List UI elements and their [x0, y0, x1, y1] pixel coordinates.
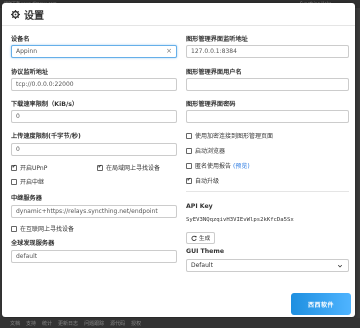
gui-address-value: 127.0.0.1:8384 [191, 48, 237, 55]
auto-upgrade-label: 自动升级 [195, 178, 220, 185]
global-discovery-check-box[interactable] [11, 225, 17, 232]
divider [186, 191, 349, 192]
gui-theme-label: GUI Theme [186, 248, 225, 255]
download-limit-label: 下载速率限制（KiB/s） [11, 101, 79, 108]
chevron-down-icon [337, 264, 343, 268]
relay-enable-label: 开启中继 [20, 179, 45, 186]
usage-report-label: 匿名使用报告 [195, 163, 232, 170]
start-browser-checkbox[interactable]: 启动浏览器 [186, 146, 225, 155]
relay-servers-label: 中继服务器 [11, 195, 42, 202]
download-limit-value: 0 [16, 113, 20, 120]
device-name-input[interactable]: Appinn × [11, 45, 177, 58]
footer-link[interactable]: 文档 [10, 320, 20, 327]
global-discovery-servers-input[interactable]: default [11, 250, 177, 263]
generate-label: 生成 [199, 236, 211, 242]
upnp-check-box[interactable]: ✔ [11, 164, 17, 171]
local-discovery-label: 在局域网上寻找设备 [106, 165, 161, 172]
background-footer: 文档 支持 统计 更新日志 问题跟踪 源代码 授权 [0, 318, 360, 328]
global-discovery-enable-label: 在互联网上寻找设备 [20, 226, 75, 233]
global-discovery-checkbox[interactable]: 在互联网上寻找设备 [11, 224, 74, 233]
gui-theme-select[interactable]: Default [186, 259, 349, 272]
footer-link[interactable]: 支持 [26, 320, 36, 327]
global-discovery-servers-label: 全球发现服务器 [11, 240, 55, 247]
dialog-title: 设置 [24, 10, 44, 22]
global-discovery-servers-value: default [16, 253, 38, 260]
gui-address-label: 图形管理界面监听地址 [186, 36, 248, 43]
api-key-value: SyEV3NQqzqivH3VIEvWlps2kKfcDa5Sx [186, 217, 294, 223]
footer-link[interactable]: 源代码 [110, 320, 125, 327]
refresh-icon [191, 235, 197, 241]
gui-password-label: 图形管理界面密码 [186, 101, 236, 108]
listen-address-label: 协议监听地址 [11, 69, 49, 76]
gui-password-input[interactable] [186, 110, 349, 123]
listen-address-value: tcp://0.0.0.0:22000 [16, 81, 74, 88]
download-limit-input[interactable]: 0 [11, 110, 177, 123]
gui-theme-value: Default [191, 262, 213, 269]
start-browser-label: 启动浏览器 [195, 148, 226, 155]
auto-upgrade-check-box[interactable]: ✔ [186, 177, 192, 184]
gui-address-input[interactable]: 127.0.0.1:8384 [186, 45, 349, 58]
gui-user-label: 图形管理界面用户名 [186, 69, 242, 76]
start-browser-check-box[interactable] [186, 147, 192, 154]
relay-enable-check-box[interactable] [11, 178, 17, 185]
https-checkbox[interactable]: 使用加密连接到图形管理页面 [186, 131, 273, 140]
footer-link[interactable]: 问题跟踪 [84, 320, 104, 327]
upload-limit-value: 0 [16, 146, 20, 153]
gear-icon [11, 9, 20, 19]
local-discovery-checkbox[interactable]: ✔ 在局域网上寻找设备 [97, 163, 160, 172]
device-name-label: 设备名 [11, 36, 30, 43]
clear-icon[interactable]: × [166, 47, 172, 55]
upnp-checkbox[interactable]: ✔ 开启UPnP [11, 163, 47, 172]
device-name-value: Appinn [16, 48, 37, 55]
https-check-box[interactable] [186, 132, 192, 139]
relay-enable-checkbox[interactable]: 开启中继 [11, 177, 44, 186]
footer-link[interactable]: 更新日志 [58, 320, 78, 327]
relay-servers-value: dynamic+https://relays.syncthing.net/end… [16, 208, 158, 215]
upload-limit-label: 上传速度限制(千字节/秒) [11, 133, 81, 140]
settings-dialog: 设置 设备名 Appinn × 协议监听地址 tcp://0.0.0.0:220… [2, 3, 355, 317]
footer-link[interactable]: 统计 [42, 320, 52, 327]
auto-upgrade-checkbox[interactable]: ✔ 自动升级 [186, 176, 219, 185]
usage-report-check-box[interactable] [186, 162, 192, 169]
dialog-header: 设置 [2, 3, 355, 26]
upload-limit-input[interactable]: 0 [11, 143, 177, 156]
local-discovery-check-box[interactable]: ✔ [97, 164, 103, 171]
generate-button[interactable]: 生成 [186, 232, 216, 244]
relay-servers-input[interactable]: dynamic+https://relays.syncthing.net/end… [11, 205, 177, 218]
watermark-logo: 西西软件 [291, 293, 351, 315]
upnp-label: 开启UPnP [20, 165, 48, 172]
gui-user-input[interactable] [186, 78, 349, 91]
usage-report-preview-link[interactable]: (预览) [233, 161, 250, 170]
https-label: 使用加密连接到图形管理页面 [195, 133, 274, 140]
footer-link[interactable]: 授权 [131, 320, 141, 327]
usage-report-checkbox[interactable]: 匿名使用报告 (预览) [186, 161, 250, 170]
listen-address-input[interactable]: tcp://0.0.0.0:22000 [11, 78, 177, 91]
api-key-label: API Key [186, 203, 213, 210]
